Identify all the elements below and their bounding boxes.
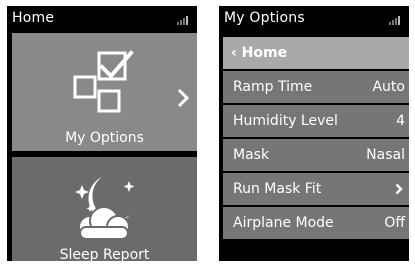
back-label: ‹ Home	[231, 45, 288, 61]
status-bar: Home	[7, 6, 197, 32]
tile-label: My Options	[65, 130, 144, 146]
status-bar: My Options	[219, 6, 409, 32]
menu-item-mask[interactable]: Mask Nasal	[223, 139, 409, 171]
menu-item-run-mask-fit[interactable]: Run Mask Fit	[223, 173, 409, 205]
chevron-left-icon: ‹	[231, 45, 237, 61]
screen-title: Home	[12, 10, 55, 26]
menu-item-label: Airplane Mode	[233, 215, 334, 231]
menu-item-value: 4	[396, 113, 405, 129]
menu-item-label: Mask	[233, 147, 270, 163]
tile-label: Sleep Report	[59, 247, 150, 261]
menu-item-value: Off	[384, 215, 405, 231]
screen-title: My Options	[224, 10, 305, 26]
menu-item-value: Nasal	[366, 147, 405, 163]
chevron-right-icon	[177, 88, 189, 108]
signal-icon	[389, 16, 401, 25]
menu-item-humidity-level[interactable]: Humidity Level 4	[223, 105, 409, 137]
moon-cloud-icon	[75, 177, 135, 240]
menu-item-label: Run Mask Fit	[233, 181, 322, 197]
home-screen: Home My Options Sleep Report	[7, 6, 197, 261]
menu-item-label: Ramp Time	[233, 79, 313, 95]
back-home-button[interactable]: ‹ Home	[223, 37, 409, 69]
signal-icon	[177, 16, 189, 25]
menu-item-label: Humidity Level	[233, 113, 338, 129]
my-options-screen: My Options ‹ Home Ramp Time Auto Humidit…	[219, 6, 409, 261]
chevron-right-icon	[395, 183, 403, 195]
menu-item-value: Auto	[372, 79, 405, 95]
menu-item-ramp-time[interactable]: Ramp Time Auto	[223, 71, 409, 103]
menu-item-airplane-mode[interactable]: Airplane Mode Off	[223, 207, 409, 239]
options-checkbox-icon	[73, 50, 134, 113]
my-options-tile[interactable]: My Options	[12, 33, 197, 151]
sleep-report-tile[interactable]: Sleep Report	[12, 157, 197, 261]
